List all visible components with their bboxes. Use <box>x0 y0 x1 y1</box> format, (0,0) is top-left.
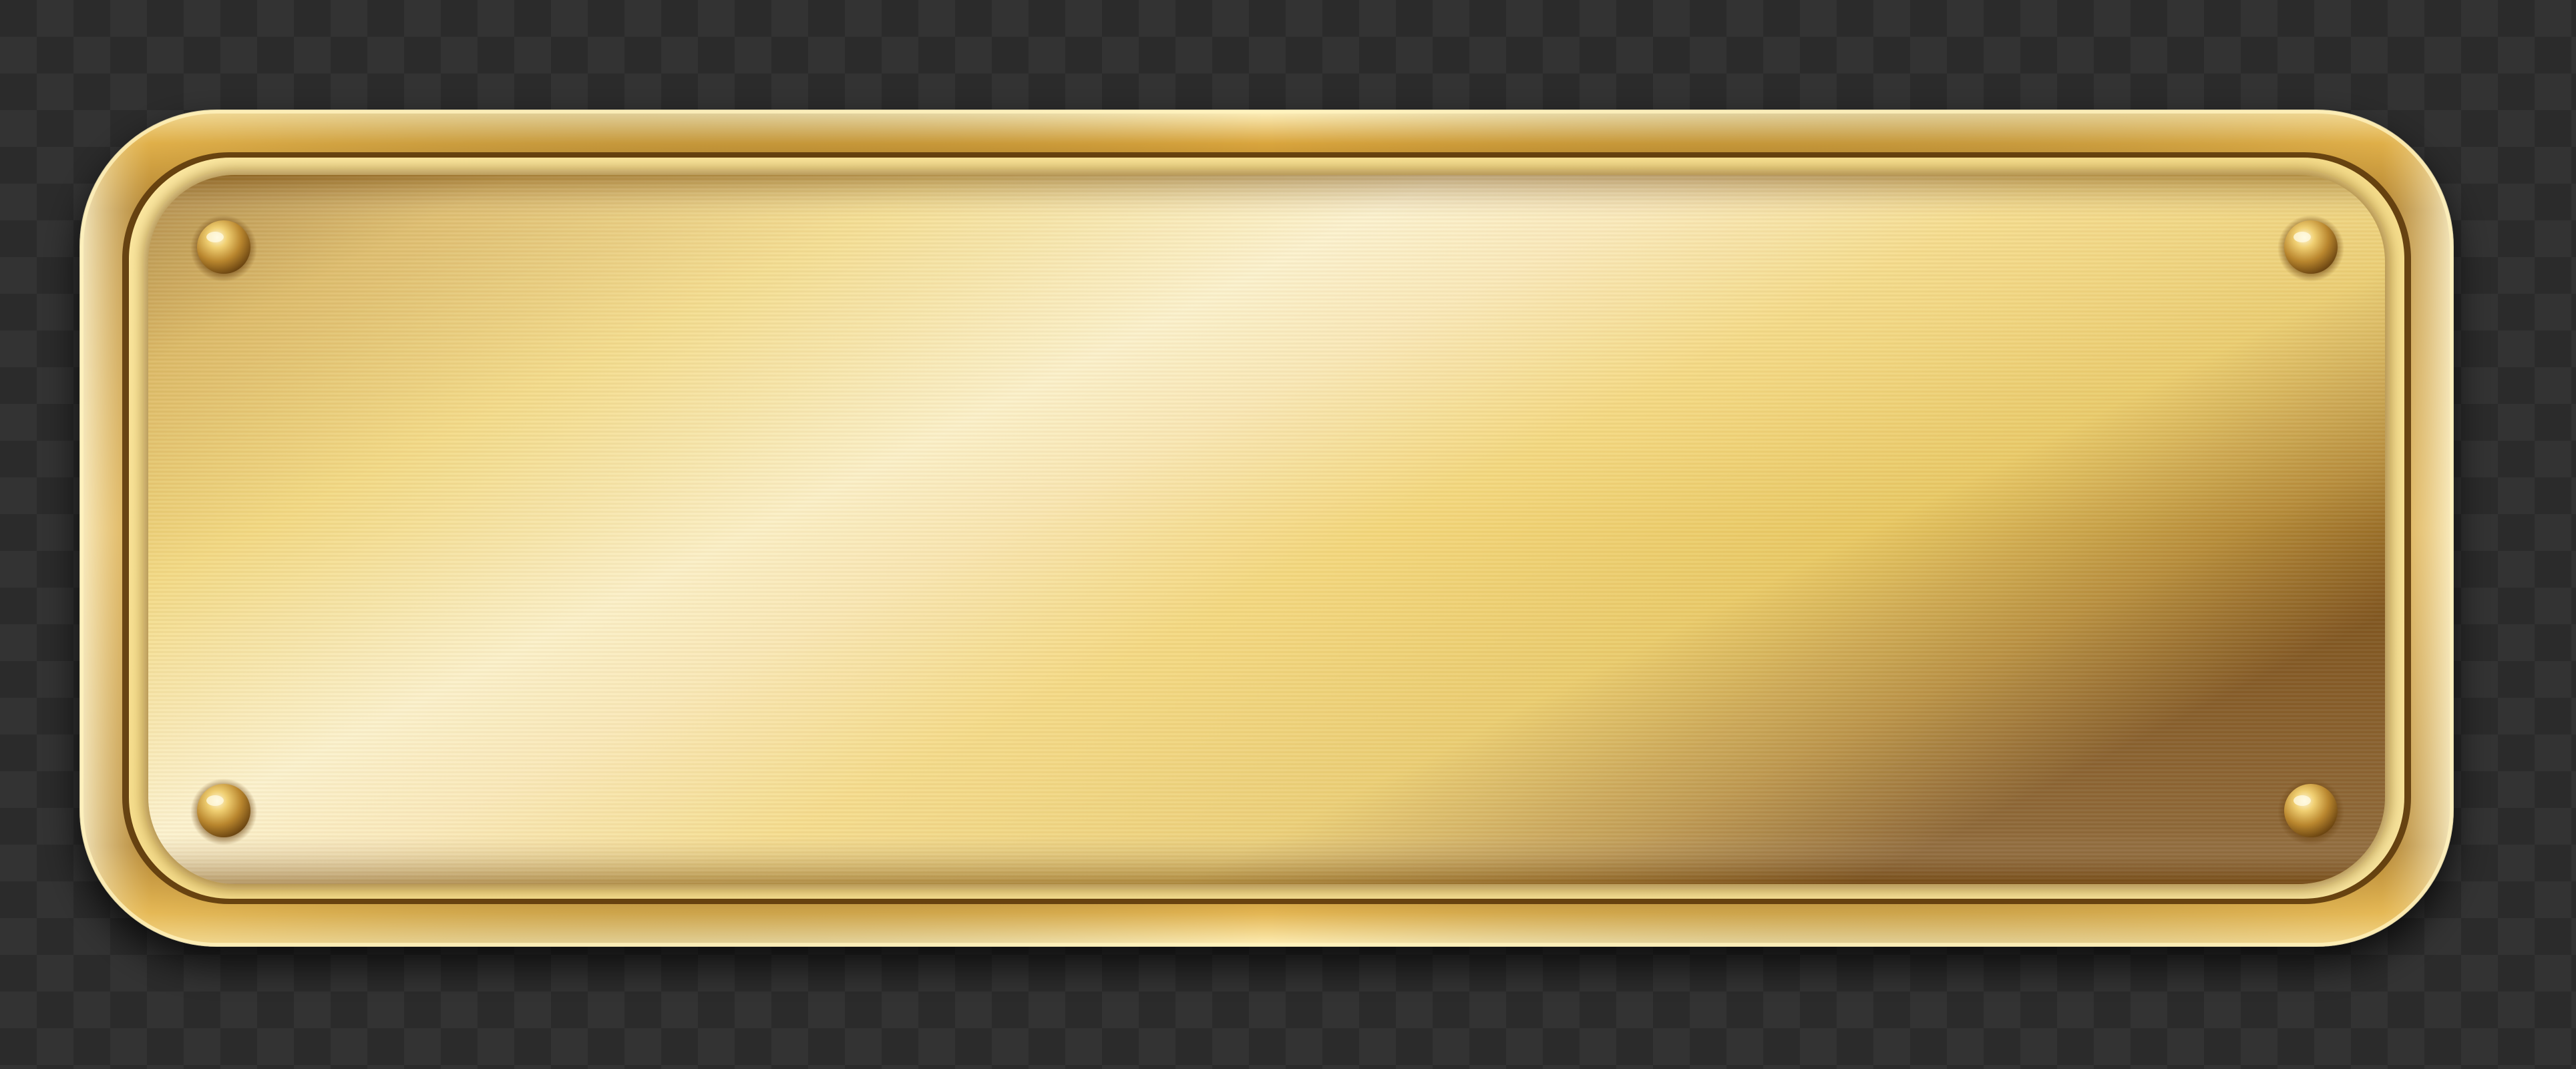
plate-face <box>148 175 2385 884</box>
nameplate-scene <box>0 0 2576 1069</box>
screw-bottom-left <box>190 779 257 845</box>
nameplate-artwork <box>79 110 2454 947</box>
screw-top-left <box>190 215 257 282</box>
screw-top-right <box>2277 215 2344 282</box>
screw-bottom-right <box>2277 779 2344 845</box>
